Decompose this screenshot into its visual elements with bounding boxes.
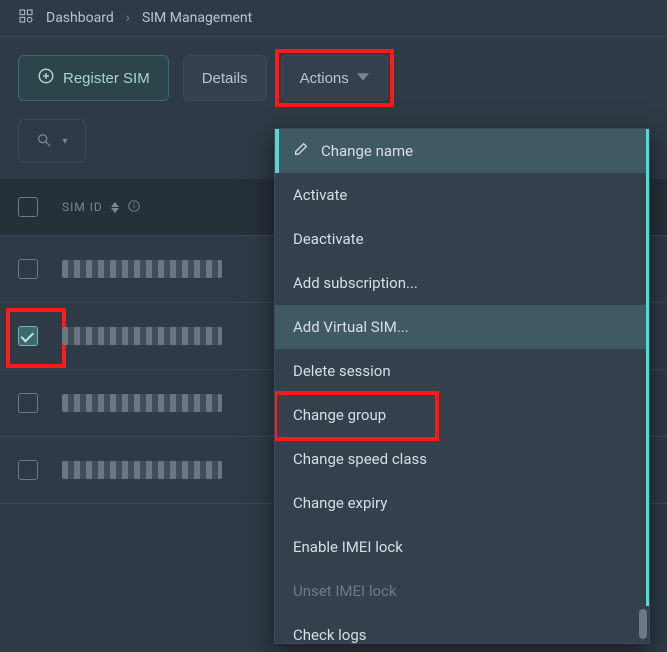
row-checkbox[interactable]	[18, 326, 38, 346]
dashboard-icon	[18, 8, 34, 28]
info-icon	[127, 199, 141, 216]
register-sim-button[interactable]: Register SIM	[18, 55, 169, 101]
menu-item-delete-session[interactable]: Delete session	[275, 349, 649, 393]
actions-label: Actions	[300, 70, 349, 87]
actions-menu: Change name Activate Deactivate Add subscri…	[274, 128, 650, 644]
menu-item-add-subscription[interactable]: Add subscription...	[275, 261, 649, 305]
menu-item-enable-imei-lock[interactable]: Enable IMEI lock	[275, 525, 649, 569]
menu-item-label: Delete session	[293, 362, 391, 380]
column-header-simid-label: SIM ID	[62, 200, 103, 214]
menu-item-label: Activate	[293, 186, 347, 204]
chevron-right-icon: ›	[126, 10, 130, 26]
menu-item-label: Add subscription...	[293, 274, 418, 292]
row-checkbox[interactable]	[18, 259, 38, 279]
row-checkbox[interactable]	[18, 460, 38, 480]
menu-item-label: Change group	[293, 406, 386, 424]
details-label: Details	[202, 70, 248, 87]
sim-id-value	[62, 260, 222, 278]
menu-item-label: Change speed class	[293, 450, 427, 468]
register-sim-label: Register SIM	[63, 70, 150, 87]
edit-icon	[293, 141, 309, 161]
menu-item-check-logs[interactable]: Check logs	[275, 613, 649, 643]
menu-item-change-expiry[interactable]: Change expiry	[275, 481, 649, 525]
chevron-down-icon	[357, 70, 369, 87]
search-dropdown-button[interactable]: ▾	[18, 119, 86, 163]
menu-item-label: Deactivate	[293, 230, 364, 248]
menu-item-activate[interactable]: Activate	[275, 173, 649, 217]
menu-item-change-name[interactable]: Change name	[275, 129, 649, 173]
menu-item-accent	[275, 129, 279, 173]
breadcrumb-current: SIM Management	[142, 10, 252, 26]
sim-id-value	[62, 327, 222, 345]
details-button[interactable]: Details	[183, 55, 267, 101]
toolbar: Register SIM Details Actions	[0, 37, 667, 119]
menu-item-change-group[interactable]: Change group	[275, 393, 649, 437]
column-header-simid[interactable]: SIM ID	[62, 199, 222, 216]
menu-item-change-speed-class[interactable]: Change speed class	[275, 437, 649, 481]
actions-button[interactable]: Actions	[281, 55, 388, 101]
menu-item-unset-imei-lock: Unset IMEI lock	[275, 569, 649, 613]
menu-item-label: Enable IMEI lock	[293, 538, 403, 556]
menu-item-label: Unset IMEI lock	[293, 582, 397, 600]
breadcrumb: Dashboard › SIM Management	[0, 0, 667, 37]
menu-item-label: Add Virtual SIM...	[293, 318, 409, 336]
sort-icon	[111, 202, 119, 213]
plus-circle-icon	[37, 67, 55, 89]
scrollbar-thumb[interactable]	[639, 609, 647, 639]
menu-item-label: Check logs	[293, 626, 367, 643]
menu-item-label: Change expiry	[293, 494, 387, 512]
row-checkbox[interactable]	[18, 393, 38, 413]
select-all-checkbox[interactable]	[18, 197, 38, 217]
breadcrumb-root[interactable]: Dashboard	[46, 10, 114, 26]
sim-id-value	[62, 461, 222, 479]
menu-scroll-indicator	[646, 129, 649, 606]
search-icon	[36, 132, 52, 151]
sim-id-value	[62, 394, 222, 412]
chevron-down-icon: ▾	[62, 136, 67, 147]
menu-item-deactivate[interactable]: Deactivate	[275, 217, 649, 261]
menu-item-label: Change name	[321, 142, 413, 160]
menu-item-add-virtual-sim[interactable]: Add Virtual SIM...	[275, 305, 649, 349]
